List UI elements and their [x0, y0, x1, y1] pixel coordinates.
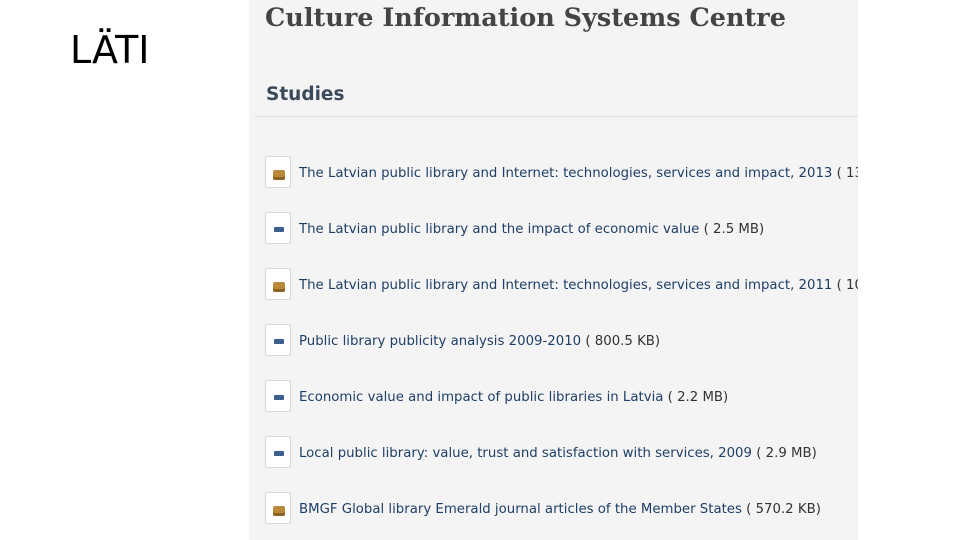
- study-title[interactable]: The Latvian public library and Internet:…: [299, 166, 832, 181]
- study-link[interactable]: Public library publicity analysis 2009-2…: [299, 324, 660, 350]
- study-title[interactable]: The Latvian public library and the impac…: [299, 222, 699, 237]
- file-size: ( 2.5 MB): [703, 222, 765, 237]
- list-item[interactable]: The Latvian public library and Internet:…: [265, 156, 858, 212]
- study-title[interactable]: Economic value and impact of public libr…: [299, 390, 663, 405]
- document-file-icon: [265, 324, 291, 356]
- file-size: ( 10.3: [836, 278, 858, 293]
- list-item[interactable]: Economic value and impact of public libr…: [265, 380, 858, 436]
- archive-file-icon: [265, 268, 291, 300]
- study-title[interactable]: BMGF Global library Emerald journal arti…: [299, 502, 742, 517]
- list-item[interactable]: The Latvian public library and the impac…: [265, 212, 858, 268]
- slide-title: LÄTI: [70, 28, 150, 72]
- study-link[interactable]: BMGF Global library Emerald journal arti…: [299, 492, 821, 518]
- study-title[interactable]: The Latvian public library and Internet:…: [299, 278, 832, 293]
- archive-file-icon: [265, 156, 291, 188]
- studies-list: The Latvian public library and Internet:…: [265, 156, 858, 540]
- study-link[interactable]: The Latvian public library and the impac…: [299, 212, 764, 238]
- list-item[interactable]: Local public library: value, trust and s…: [265, 436, 858, 492]
- study-title[interactable]: Local public library: value, trust and s…: [299, 446, 752, 461]
- section-title: Studies: [266, 84, 345, 105]
- document-file-icon: [265, 212, 291, 244]
- file-size: ( 2.9 MB): [756, 446, 817, 461]
- file-size: ( 570.2 KB): [746, 502, 821, 517]
- file-size: ( 13.0: [836, 166, 858, 181]
- study-link[interactable]: Economic value and impact of public libr…: [299, 380, 728, 406]
- archive-file-icon: [265, 492, 291, 524]
- file-size: ( 800.5 KB): [585, 334, 661, 349]
- list-item[interactable]: BMGF Global library Emerald journal arti…: [265, 492, 858, 540]
- document-file-icon: [265, 436, 291, 468]
- file-size: ( 2.2 MB): [667, 390, 729, 405]
- document-file-icon: [265, 380, 291, 412]
- website-screenshot: Culture Information Systems Centre Studi…: [249, 0, 858, 540]
- divider: [255, 116, 858, 117]
- study-link[interactable]: Local public library: value, trust and s…: [299, 436, 817, 462]
- study-link[interactable]: The Latvian public library and Internet:…: [299, 268, 858, 294]
- list-item[interactable]: The Latvian public library and Internet:…: [265, 268, 858, 324]
- study-link[interactable]: The Latvian public library and Internet:…: [299, 156, 858, 182]
- site-title: Culture Information Systems Centre: [265, 3, 786, 33]
- list-item[interactable]: Public library publicity analysis 2009-2…: [265, 324, 858, 380]
- study-title[interactable]: Public library publicity analysis 2009-2…: [299, 334, 581, 349]
